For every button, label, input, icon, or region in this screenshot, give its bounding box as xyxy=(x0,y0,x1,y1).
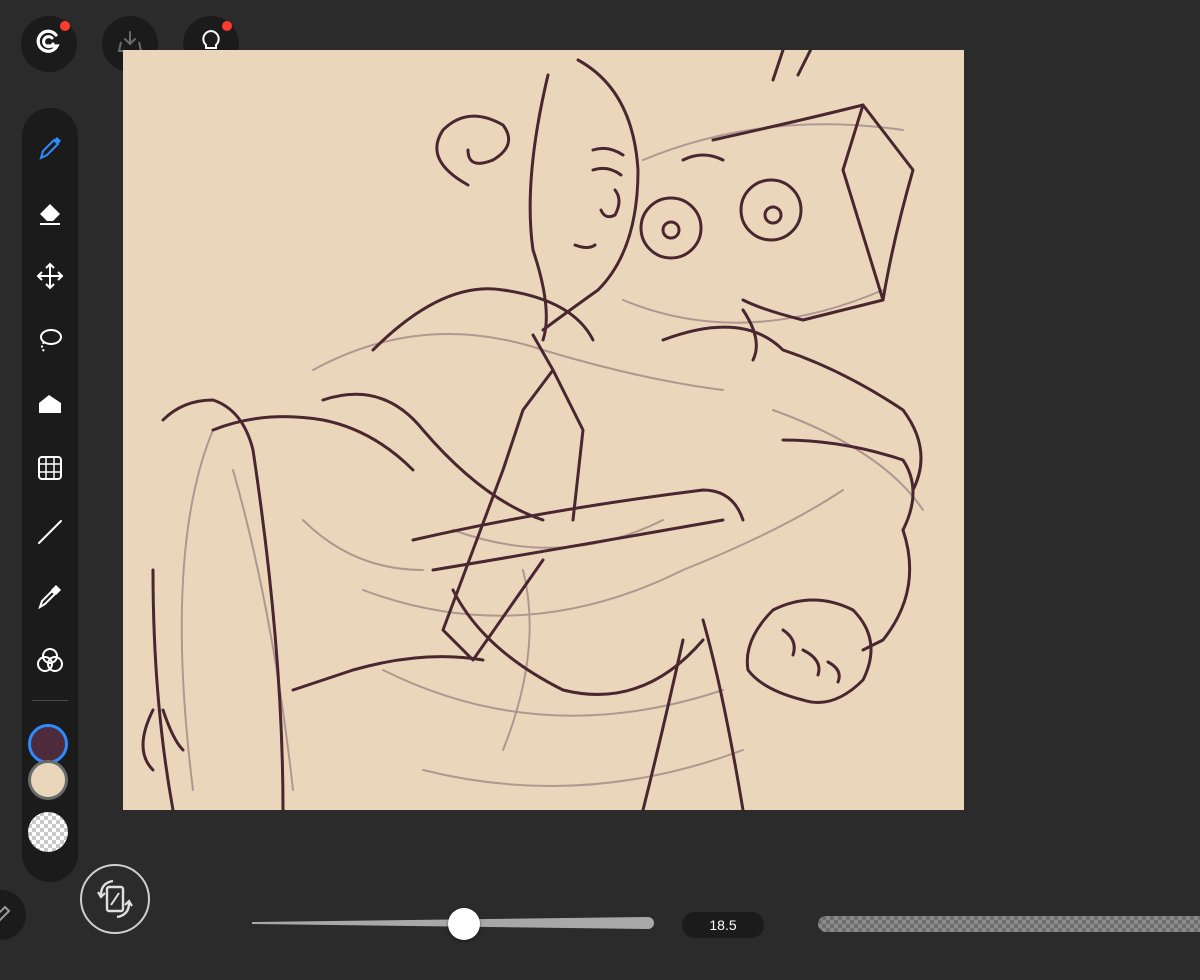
tool-lasso[interactable] xyxy=(30,320,70,360)
primary-color-swatch[interactable] xyxy=(28,724,68,764)
secondary-color-swatch[interactable] xyxy=(28,760,68,800)
brush-size-value: 18.5 xyxy=(682,912,764,938)
eraser-icon xyxy=(40,204,60,225)
rotate-device-icon xyxy=(97,879,133,919)
line-icon xyxy=(38,520,62,544)
tool-transform[interactable] xyxy=(30,448,70,488)
tool-eyedropper[interactable] xyxy=(30,576,70,616)
gallery-button[interactable] xyxy=(21,16,77,72)
tool-eraser[interactable] xyxy=(30,192,70,232)
notification-badge xyxy=(222,21,232,31)
lasso-icon xyxy=(40,329,62,352)
move-arrows-icon xyxy=(36,262,64,290)
pen-icon xyxy=(39,137,61,160)
sketch-artwork xyxy=(141,50,924,810)
opacity-slider[interactable] xyxy=(818,916,1200,932)
drawing-canvas[interactable] xyxy=(123,50,964,810)
pencil-button[interactable] xyxy=(0,890,26,940)
brush-size-thumb[interactable] xyxy=(448,908,480,940)
tool-palette xyxy=(22,108,78,882)
notification-badge xyxy=(60,21,70,31)
tool-color-blend[interactable] xyxy=(30,640,70,680)
gallery-swirl-icon xyxy=(33,26,65,63)
toolbar-divider xyxy=(32,700,68,701)
tool-fill[interactable] xyxy=(30,384,70,424)
tool-line[interactable] xyxy=(30,512,70,552)
tool-move[interactable] xyxy=(30,256,70,296)
rotate-canvas-button[interactable] xyxy=(80,864,150,934)
pencil-icon xyxy=(0,905,11,922)
grid-transform-icon xyxy=(38,456,62,480)
paint-bucket-icon xyxy=(39,395,61,413)
color-circles-icon xyxy=(37,648,63,672)
transparent-color-swatch[interactable] xyxy=(28,812,68,852)
tool-pen[interactable] xyxy=(30,128,70,168)
eyedropper-icon xyxy=(38,585,61,610)
